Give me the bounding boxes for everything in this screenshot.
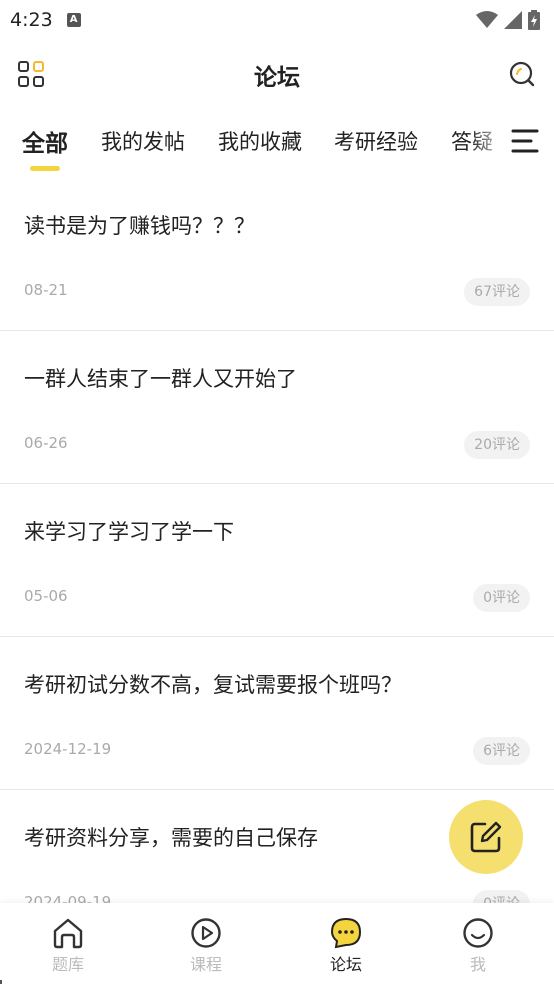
tab-all[interactable]: 全部 xyxy=(22,124,68,158)
post-date: 05-06 xyxy=(24,587,68,605)
tab-my-favorites[interactable]: 我的收藏 xyxy=(218,126,302,156)
menu-icon[interactable] xyxy=(510,126,540,156)
edit-icon xyxy=(470,821,502,853)
chat-icon xyxy=(330,917,362,949)
bottom-nav: 题库 课程 论坛 我 xyxy=(0,903,554,984)
category-tabs: 全部 我的发帖 我的收藏 考研经验 答疑 xyxy=(0,118,554,178)
list-item[interactable]: 来学习了学习了学一下 05-06 0评论 xyxy=(0,484,554,637)
post-title: 来学习了学习了学一下 xyxy=(24,520,234,544)
status-time: 4:23 xyxy=(10,9,53,31)
post-title: 读书是为了赚钱吗？？？ xyxy=(24,214,255,238)
status-bar: 4:23 A xyxy=(0,0,554,40)
post-date: 08-21 xyxy=(24,281,68,299)
gesture-bar xyxy=(0,980,2,984)
search-icon[interactable] xyxy=(508,60,536,88)
list-item[interactable]: 读书是为了赚钱吗？？？ 08-21 67评论 xyxy=(0,178,554,331)
page-title: 论坛 xyxy=(254,65,300,91)
notification-a-icon: A xyxy=(66,13,81,27)
post-title: 考研初试分数不高，复试需要报个班吗？ xyxy=(24,673,402,697)
comment-count-badge: 6评论 xyxy=(473,737,530,765)
tab-exam-experience[interactable]: 考研经验 xyxy=(334,126,418,156)
status-icons xyxy=(476,10,540,30)
post-date: 2024-12-19 xyxy=(24,740,112,758)
nav-item-courses[interactable]: 课程 xyxy=(166,917,246,975)
post-date: 06-26 xyxy=(24,434,68,452)
tab-fade xyxy=(470,118,510,174)
nav-label: 论坛 xyxy=(329,955,362,974)
nav-label: 我 xyxy=(469,955,486,974)
nav-item-question-bank[interactable]: 题库 xyxy=(28,917,108,975)
post-title: 一群人结束了一群人又开始了 xyxy=(24,367,297,391)
comment-count-badge: 0评论 xyxy=(473,584,530,612)
comment-count-badge: 67评论 xyxy=(464,278,530,306)
new-post-button[interactable] xyxy=(449,800,523,874)
nav-label: 课程 xyxy=(189,955,222,974)
nav-item-me[interactable]: 我 xyxy=(438,917,518,975)
play-icon xyxy=(191,918,221,948)
signal-icon xyxy=(504,11,522,29)
tab-my-posts[interactable]: 我的发帖 xyxy=(101,126,185,156)
battery-icon xyxy=(528,10,540,30)
app-header: 论坛 xyxy=(0,44,554,104)
tab-active-indicator xyxy=(30,166,60,171)
wifi-icon xyxy=(476,11,498,28)
list-item[interactable]: 一群人结束了一群人又开始了 06-26 20评论 xyxy=(0,331,554,484)
smile-icon xyxy=(463,918,493,948)
comment-count-badge: 20评论 xyxy=(464,431,530,459)
post-title: 考研资料分享，需要的自己保存 xyxy=(24,826,318,850)
home-icon xyxy=(53,918,83,949)
nav-label: 题库 xyxy=(51,955,84,974)
list-item[interactable]: 考研初试分数不高，复试需要报个班吗？ 2024-12-19 6评论 xyxy=(0,637,554,790)
nav-item-forum[interactable]: 论坛 xyxy=(306,917,386,975)
